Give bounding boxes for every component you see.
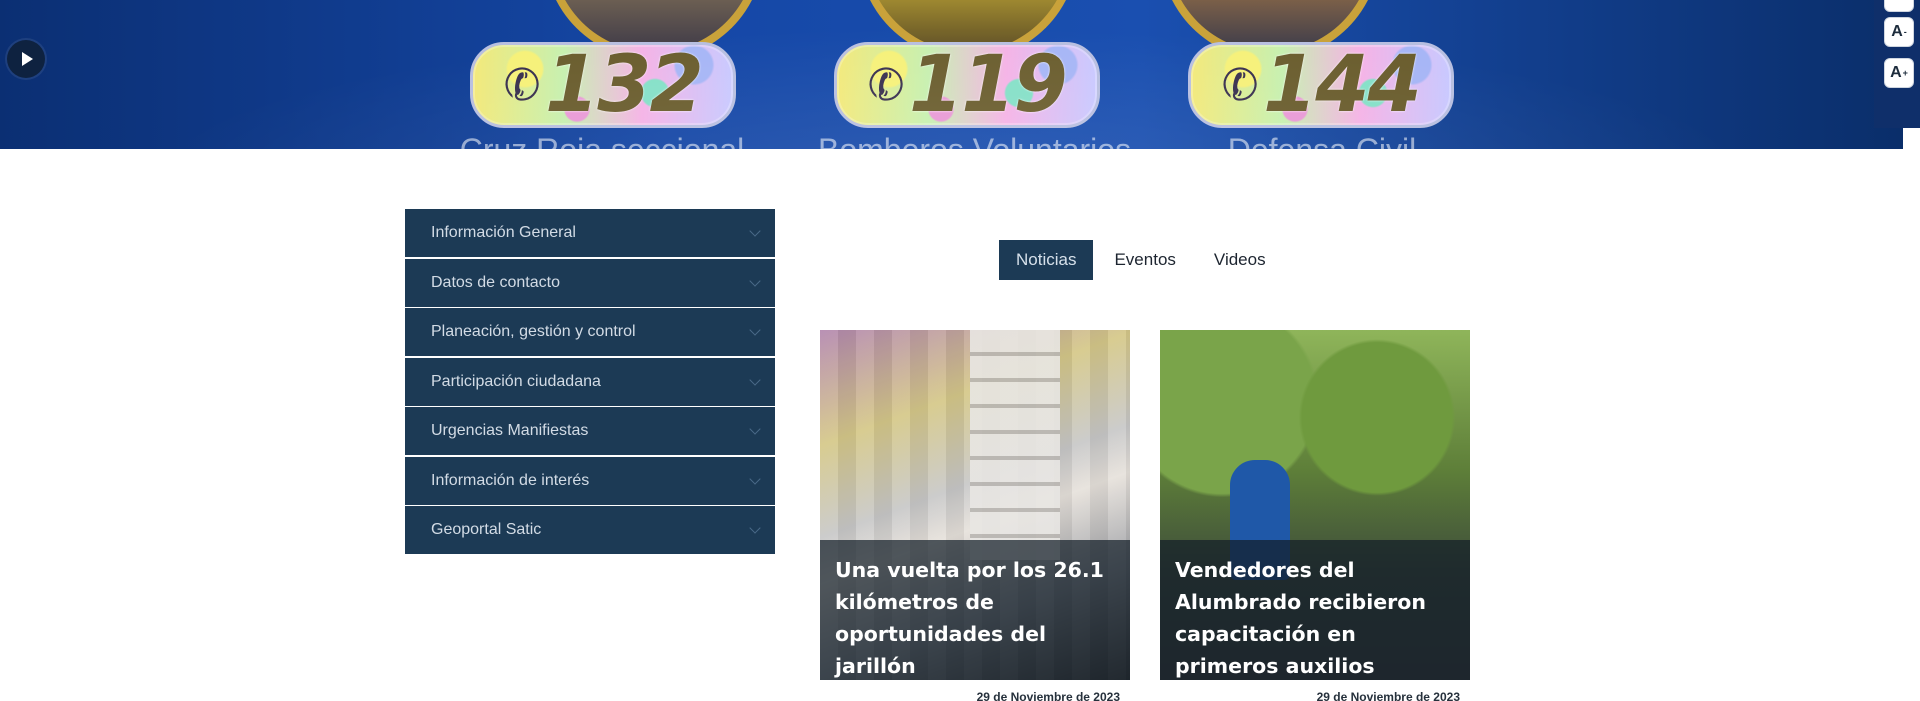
banner-photo-cruz-roja bbox=[544, 0, 764, 60]
sidebar-item-participacion-ciudadana[interactable]: Participación ciudadana bbox=[405, 357, 775, 406]
chevron-down-icon bbox=[749, 274, 761, 287]
chevron-down-icon bbox=[749, 324, 761, 336]
sidebar-item-informacion-general[interactable]: Información General bbox=[405, 209, 775, 257]
sidebar-item-label: Geoportal Satic bbox=[431, 521, 542, 538]
font-size-icon: A bbox=[1891, 23, 1903, 40]
sidebar-item-planeacion[interactable]: Planeación, gestión y control bbox=[405, 308, 775, 356]
sidebar-accordion: Información General Datos de contacto Pl… bbox=[405, 209, 775, 556]
phone-number: 144 bbox=[1263, 40, 1422, 130]
tab-videos[interactable]: Videos bbox=[1197, 240, 1283, 280]
minus-sign: - bbox=[1903, 27, 1907, 37]
tab-noticias[interactable]: Noticias bbox=[999, 240, 1094, 280]
phone-caption: Cruz Roja seccional bbox=[452, 132, 752, 149]
phone-icon: ✆ bbox=[863, 56, 910, 114]
phone-number-badge: ✆ 144 bbox=[1188, 42, 1454, 128]
sidebar-item-urgencias-manifiestas[interactable]: Urgencias Manifiestas bbox=[405, 407, 775, 455]
decrease-font-button[interactable]: A- bbox=[1884, 17, 1914, 47]
phone-icon: ✆ bbox=[499, 56, 546, 114]
hero-banner: ✆ 132 ✆ 119 ✆ 144 Cruz Roja seccional Bo… bbox=[0, 0, 1903, 149]
phone-number-badge: ✆ 132 bbox=[470, 42, 736, 128]
phone-caption: Defensa Civil bbox=[1172, 132, 1472, 149]
banner-photo-bomberos bbox=[858, 0, 1078, 60]
sidebar-item-label: Participación ciudadana bbox=[431, 372, 601, 390]
plus-sign: + bbox=[1902, 68, 1908, 78]
sidebar-item-label: Urgencias Manifiestas bbox=[431, 422, 589, 439]
sidebar-item-label: Información General bbox=[431, 224, 576, 241]
phone-icon: ✆ bbox=[1217, 56, 1264, 114]
accessibility-toolbar: A- A + bbox=[1874, 0, 1920, 128]
carousel-play-button[interactable] bbox=[7, 40, 45, 78]
tab-eventos[interactable]: Eventos bbox=[1097, 240, 1192, 280]
play-icon bbox=[22, 52, 33, 66]
phone-number: 119 bbox=[909, 40, 1068, 130]
content-tabs: Noticias Eventos Videos bbox=[999, 240, 1287, 280]
increase-font-button[interactable]: A + bbox=[1884, 58, 1914, 88]
accessibility-toggle-button[interactable] bbox=[1884, 0, 1914, 12]
news-date: 29 de Noviembre de 2023 bbox=[976, 690, 1120, 701]
news-date: 29 de Noviembre de 2023 bbox=[1316, 690, 1460, 701]
page-scrollbar[interactable] bbox=[1903, 149, 1920, 701]
chevron-down-icon bbox=[749, 373, 761, 386]
news-card[interactable]: Vendedores del Alumbrado recibieron capa… bbox=[1160, 330, 1470, 680]
phone-number-badge: ✆ 119 bbox=[834, 42, 1100, 128]
banner-photo-defensa-civil bbox=[1160, 0, 1380, 60]
sidebar-item-label: Planeación, gestión y control bbox=[431, 323, 636, 340]
news-headline[interactable]: Una vuelta por los 26.1 kilómetros de op… bbox=[835, 554, 1125, 680]
chevron-down-icon bbox=[749, 472, 761, 485]
sidebar-item-label: Datos de contacto bbox=[431, 273, 560, 291]
sidebar-item-geoportal-satic[interactable]: Geoportal Satic bbox=[405, 506, 775, 554]
phone-number: 132 bbox=[545, 40, 704, 130]
sidebar-item-label: Información de interés bbox=[431, 471, 590, 489]
news-card[interactable]: Una vuelta por los 26.1 kilómetros de op… bbox=[820, 330, 1130, 680]
font-size-icon: A bbox=[1890, 64, 1902, 81]
sidebar-item-datos-de-contacto[interactable]: Datos de contacto bbox=[405, 258, 775, 307]
chevron-down-icon bbox=[749, 423, 761, 435]
news-headline[interactable]: Vendedores del Alumbrado recibieron capa… bbox=[1175, 554, 1465, 680]
sidebar-item-informacion-de-interes[interactable]: Información de interés bbox=[405, 456, 775, 505]
phone-caption: Bomberos Voluntarios bbox=[818, 132, 1131, 149]
chevron-down-icon bbox=[749, 522, 761, 534]
chevron-down-icon bbox=[749, 225, 761, 237]
